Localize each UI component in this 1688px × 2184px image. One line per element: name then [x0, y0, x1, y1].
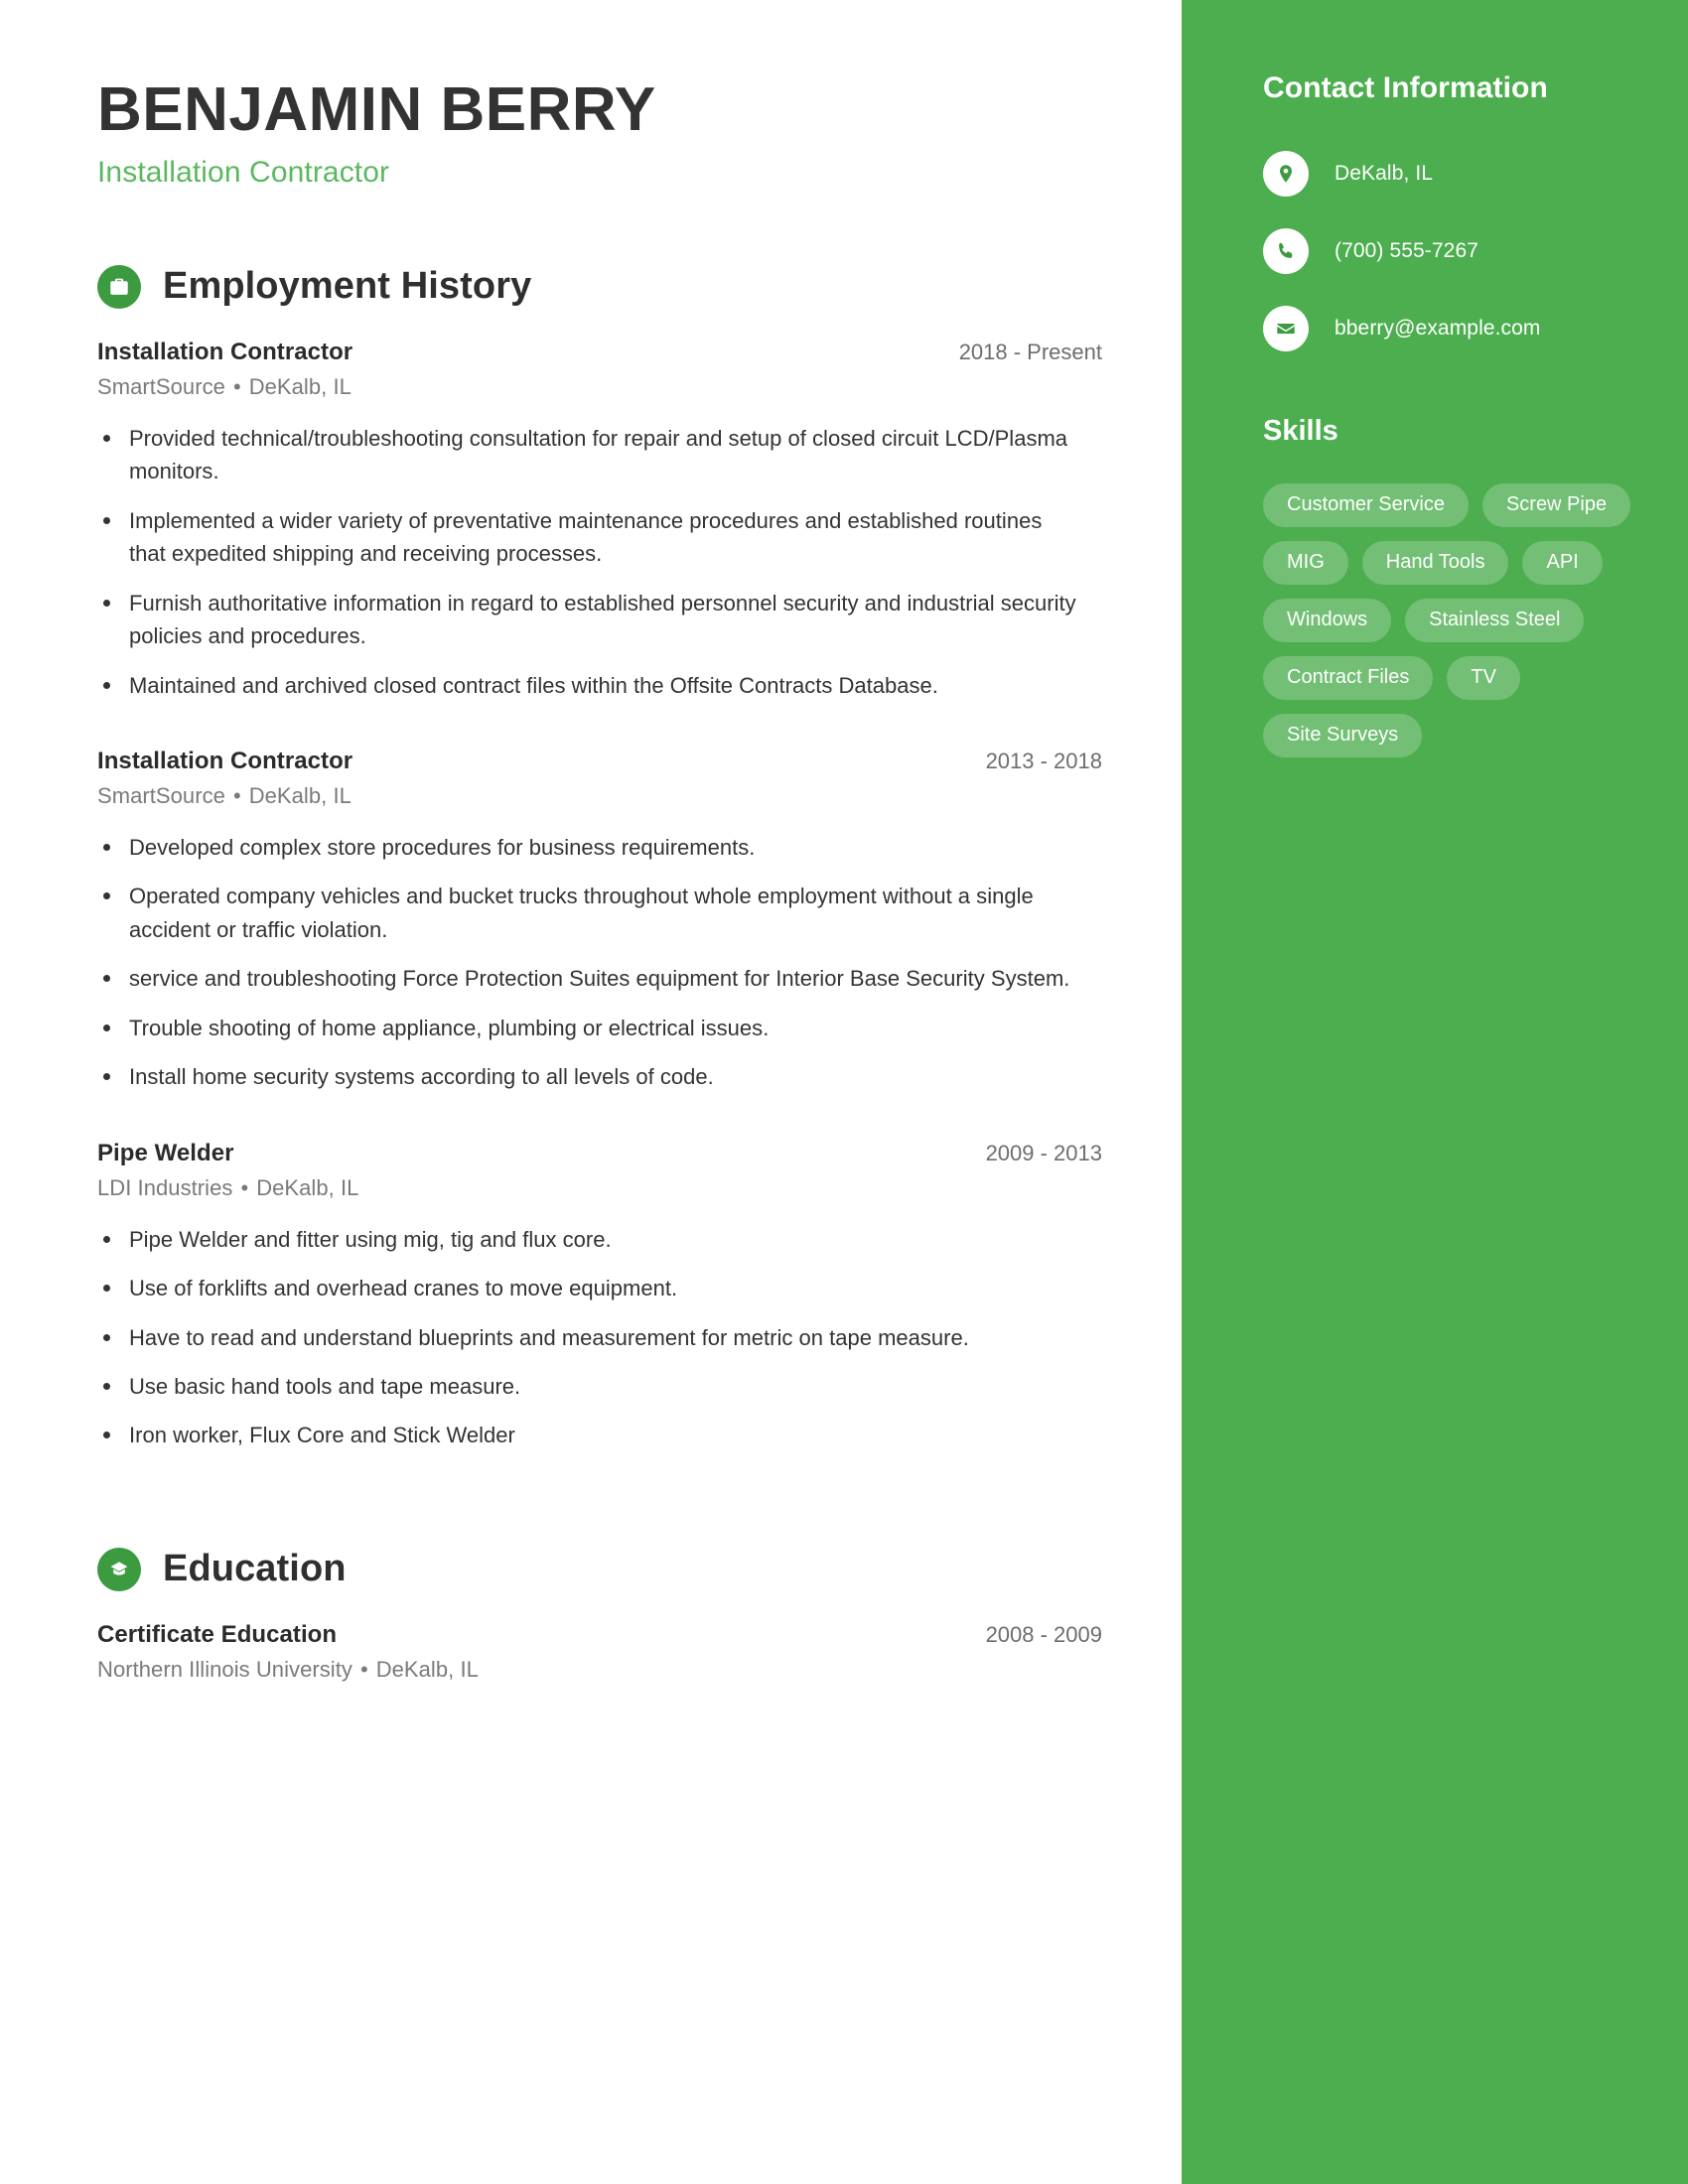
skill-pill[interactable]: TV [1447, 656, 1520, 700]
bullet-item: Developed complex store procedures for b… [97, 831, 1080, 864]
entry-title: Certificate Education [97, 1620, 338, 1648]
bullet-item: Implemented a wider variety of preventat… [97, 504, 1080, 571]
skills-heading: Skills [1263, 415, 1338, 447]
bullet-item: Provided technical/troubleshooting consu… [97, 422, 1080, 488]
bullet-item: Have to read and understand blueprints a… [97, 1321, 1080, 1354]
employment-history-title: Employment History [163, 265, 532, 308]
bullet-item: Furnish authoritative information in reg… [97, 587, 1080, 653]
education-entry: Certificate Education 2008 - 2009 Northe… [97, 1621, 1102, 1683]
entry-header: Pipe Welder 2009 - 2013 [97, 1140, 1102, 1167]
entry-dates: 2008 - 2009 [985, 1621, 1102, 1647]
bullet-item: Trouble shooting of home appliance, plum… [97, 1012, 1080, 1044]
meta-separator: • [232, 783, 241, 809]
contact-information-heading: Contact Information [1263, 71, 1548, 104]
entry-title: Installation Contractor [97, 338, 353, 365]
header-job-title: Installation Contractor [97, 155, 390, 189]
page-title: BENJAMIN BERRY [97, 75, 656, 144]
bullet-list: Pipe Welder and fitter using mig, tig an… [97, 1223, 1102, 1452]
entry-meta: LDI Industries • DeKalb, IL [97, 1175, 1102, 1201]
skill-pill[interactable]: Customer Service [1263, 483, 1469, 527]
envelope-icon [1263, 306, 1309, 351]
entry-header: Certificate Education 2008 - 2009 [97, 1621, 1102, 1649]
employment-entry: Installation Contractor 2018 - Present S… [97, 339, 1102, 702]
skill-pill[interactable]: API [1522, 541, 1603, 585]
contact-row[interactable]: DeKalb, IL [1263, 151, 1688, 197]
entry-title: Installation Contractor [97, 748, 353, 775]
bullet-item: Maintained and archived closed contract … [97, 669, 1080, 702]
contact-list: DeKalb, IL (700) 555-7267 bberry@example… [1263, 151, 1688, 351]
skill-pill[interactable]: Contract Files [1263, 656, 1434, 700]
main-column: BENJAMIN BERRY Installation Contractor E… [0, 0, 1182, 2184]
entry-organization: SmartSource [97, 783, 225, 809]
entry-dates: 2018 - Present [958, 339, 1102, 364]
bullet-item: Operated company vehicles and bucket tru… [97, 880, 1080, 946]
bullet-item: service and troubleshooting Force Protec… [97, 962, 1080, 995]
employment-history-header: Employment History [97, 264, 1102, 309]
graduation-cap-icon [97, 1547, 141, 1591]
entry-header: Installation Contractor 2018 - Present [97, 339, 1102, 366]
entry-dates: 2013 - 2018 [985, 749, 1102, 774]
skill-pill[interactable]: Site Surveys [1263, 714, 1423, 757]
location-pin-icon [1263, 151, 1309, 197]
skill-pill[interactable]: MIG [1263, 541, 1348, 585]
meta-separator: • [232, 373, 241, 399]
entry-title: Pipe Welder [97, 1139, 234, 1166]
briefcase-icon [97, 264, 141, 309]
bullet-item: Pipe Welder and fitter using mig, tig an… [97, 1223, 1080, 1256]
employment-entry: Installation Contractor 2013 - 2018 Smar… [97, 748, 1102, 1094]
contact-row[interactable]: bberry@example.com [1263, 306, 1688, 351]
contact-value: bberry@example.com [1335, 317, 1541, 341]
skill-pill[interactable]: Hand Tools [1361, 541, 1509, 585]
entry-meta: SmartSource • DeKalb, IL [97, 783, 1102, 809]
meta-separator: • [240, 1174, 249, 1200]
entry-organization: SmartSource [97, 373, 225, 399]
entry-organization: Northern Illinois University [97, 1656, 352, 1682]
bullet-list: Developed complex store procedures for b… [97, 831, 1102, 1094]
phone-icon [1263, 228, 1309, 274]
entry-location: DeKalb, IL [248, 373, 352, 399]
entry-meta: SmartSource • DeKalb, IL [97, 374, 1102, 400]
contact-row[interactable]: (700) 555-7267 [1263, 228, 1688, 274]
education-section: Education Certificate Education 2008 - 2… [97, 1547, 1102, 1683]
bullet-list: Provided technical/troubleshooting consu… [97, 422, 1102, 702]
skill-pill[interactable]: Windows [1263, 599, 1392, 642]
employment-history-section: Employment History Installation Contract… [97, 264, 1102, 1452]
sidebar: Contact Information DeKalb, IL (700) 555… [1182, 0, 1688, 2184]
bullet-item: Use basic hand tools and tape measure. [97, 1370, 1080, 1403]
entry-meta: Northern Illinois University • DeKalb, IL [97, 1657, 1102, 1683]
bullet-item: Use of forklifts and overhead cranes to … [97, 1272, 1080, 1304]
skill-pill[interactable]: Stainless Steel [1405, 599, 1585, 642]
skills-list: Customer Service Screw Pipe MIG Hand Too… [1263, 483, 1652, 757]
entry-organization: LDI Industries [97, 1174, 233, 1200]
contact-value: DeKalb, IL [1335, 162, 1434, 186]
education-entries: Certificate Education 2008 - 2009 Northe… [97, 1621, 1102, 1683]
employment-entry: Pipe Welder 2009 - 2013 LDI Industries • D… [97, 1140, 1102, 1452]
skill-pill[interactable]: Screw Pipe [1481, 483, 1631, 527]
contact-value: (700) 555-7267 [1335, 239, 1479, 263]
entry-header: Installation Contractor 2013 - 2018 [97, 748, 1102, 775]
education-title: Education [163, 1548, 347, 1590]
resume-page: BENJAMIN BERRY Installation Contractor E… [0, 0, 1688, 2184]
entry-location: DeKalb, IL [256, 1174, 359, 1200]
bullet-item: Iron worker, Flux Core and Stick Welder [97, 1419, 1080, 1451]
meta-separator: • [359, 1656, 368, 1682]
entry-location: DeKalb, IL [375, 1656, 479, 1682]
bullet-item: Install home security systems according … [97, 1060, 1080, 1093]
employment-entries: Installation Contractor 2018 - Present S… [97, 339, 1102, 1452]
entry-location: DeKalb, IL [248, 783, 352, 809]
entry-dates: 2009 - 2013 [985, 1140, 1102, 1165]
education-header: Education [97, 1547, 1102, 1591]
